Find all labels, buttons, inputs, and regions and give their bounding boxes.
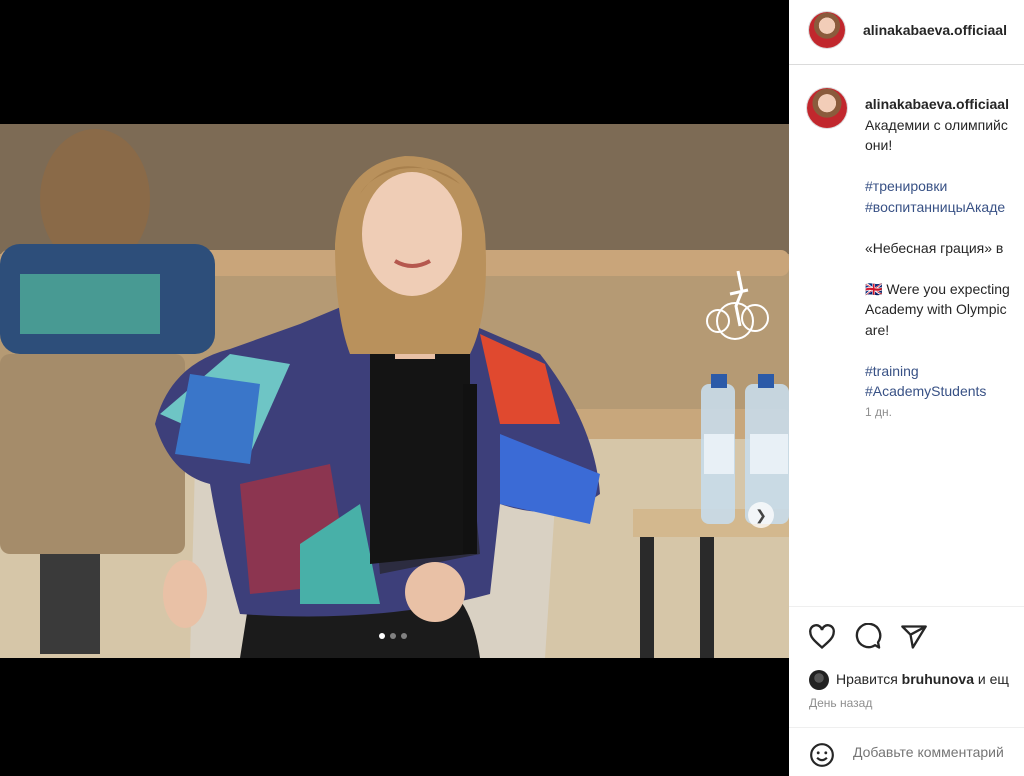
caption-timestamp[interactable]: 1 дн. xyxy=(865,402,1024,423)
carousel-dot xyxy=(379,633,385,639)
comment-icon[interactable] xyxy=(854,623,882,651)
avatar[interactable] xyxy=(809,670,829,690)
heart-icon[interactable] xyxy=(808,623,836,651)
action-bar xyxy=(789,606,1024,667)
hashtag-link[interactable]: #AcademyStudents xyxy=(865,381,1024,402)
hashtag-link[interactable]: #тренировки xyxy=(865,176,1024,197)
photo-illustration xyxy=(0,124,789,658)
likes-user[interactable]: bruhunova xyxy=(902,671,974,687)
caption-username[interactable]: alinakabaeva.officiaal xyxy=(865,96,1009,112)
comment-bar xyxy=(789,727,1024,776)
post-sidebar: alinakabaeva.officiaal alinakabaeva.offi… xyxy=(789,0,1024,776)
academy-logo-icon xyxy=(706,270,769,340)
avatar[interactable] xyxy=(807,88,847,128)
carousel-indicator xyxy=(379,633,407,639)
chevron-right-icon[interactable]: ❯ xyxy=(748,502,774,528)
hashtag-link[interactable]: #training xyxy=(865,361,1024,382)
carousel-dot xyxy=(401,633,407,639)
post-date[interactable]: День назад xyxy=(809,696,872,710)
caption-line: Академии с олимпийс xyxy=(865,116,1008,133)
media-pane: ❯ xyxy=(0,0,789,776)
carousel-dot xyxy=(390,633,396,639)
likes-text[interactable]: Нравится bruhunova и ещ xyxy=(836,671,1009,687)
avatar[interactable] xyxy=(809,12,845,48)
post-header: alinakabaeva.officiaal xyxy=(789,0,1024,65)
caption-text: alinakabaeva.officiaal Академии с олимпи… xyxy=(865,94,1024,422)
username[interactable]: alinakabaeva.officiaal xyxy=(863,22,1007,38)
caption: alinakabaeva.officiaal Академии с олимпи… xyxy=(789,64,1024,606)
caption-line: Academy with Olympic xyxy=(865,301,1007,317)
emoji-icon[interactable] xyxy=(809,742,835,768)
caption-line: 🇬🇧 Were you expecting xyxy=(865,280,1010,297)
comment-input[interactable] xyxy=(853,744,1024,760)
caption-line: are! xyxy=(865,321,890,338)
hashtag-link[interactable]: #воспитанницыАкаде xyxy=(865,197,1024,218)
share-icon[interactable] xyxy=(900,623,928,651)
post-photo[interactable]: ❯ xyxy=(0,124,789,658)
likes-prefix: Нравится xyxy=(836,671,898,687)
likes-suffix: и ещ xyxy=(977,671,1009,687)
caption-line: «Небесная грация» в xyxy=(865,239,1004,256)
caption-line: они! xyxy=(865,137,893,153)
